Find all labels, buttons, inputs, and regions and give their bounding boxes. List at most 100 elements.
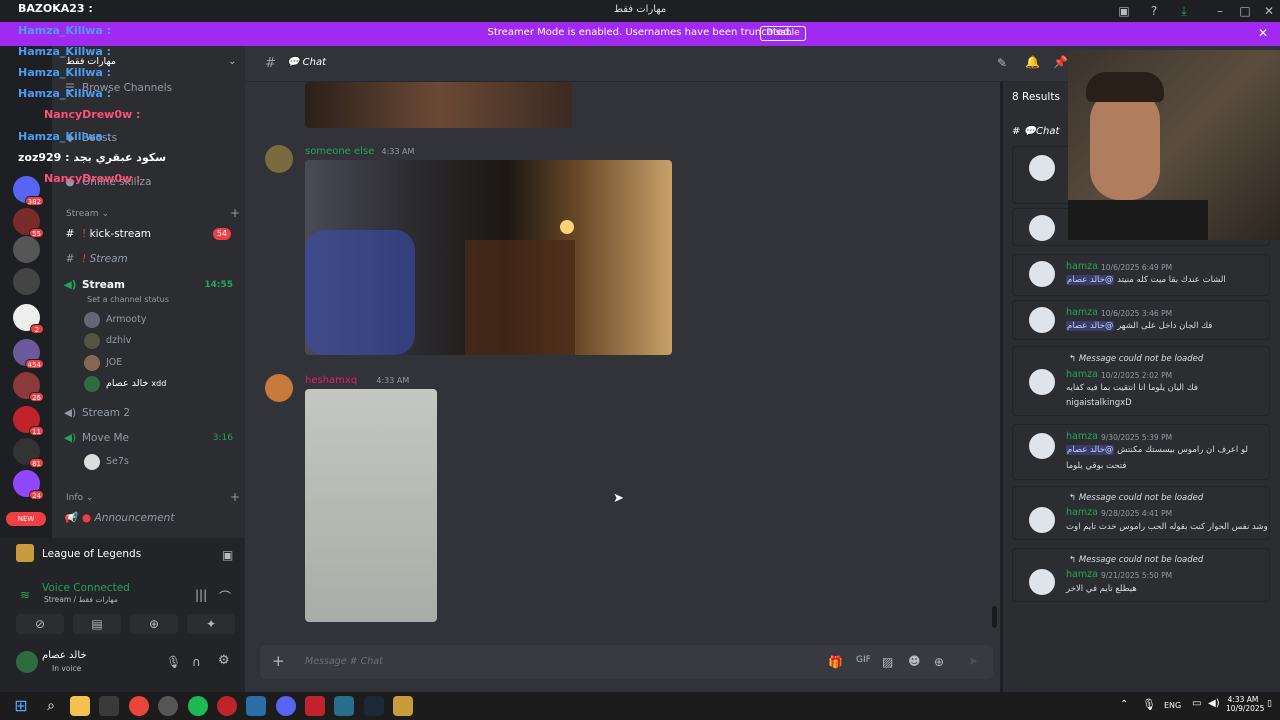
- message-author[interactable]: someone else: [305, 146, 374, 157]
- help-icon[interactable]: ?: [1146, 3, 1162, 19]
- channel-stream-text[interactable]: #! Stream: [62, 249, 239, 269]
- server-icon[interactable]: 81: [13, 438, 44, 468]
- add-channel-icon[interactable]: +: [230, 490, 240, 504]
- clock[interactable]: 4:33 AM 10/9/2025: [1226, 695, 1264, 713]
- app-icon[interactable]: [217, 696, 237, 716]
- server-icon[interactable]: 24: [13, 470, 44, 500]
- avatar[interactable]: [265, 374, 293, 402]
- sticker-icon[interactable]: ▨: [882, 655, 893, 669]
- screen-icon[interactable]: ▣: [222, 548, 233, 562]
- search-result[interactable]: ↰ Message could not be loaded hamza 10/2…: [1012, 346, 1270, 416]
- voice-user[interactable]: Armooty: [84, 311, 146, 329]
- app-icon[interactable]: [334, 696, 354, 716]
- store-icon[interactable]: [99, 696, 119, 716]
- category-stream[interactable]: Stream ⌄: [66, 209, 109, 219]
- banner-close-icon[interactable]: ✕: [1256, 26, 1270, 40]
- channel-status[interactable]: Set a channel status: [87, 295, 169, 304]
- file-explorer-icon[interactable]: [70, 696, 90, 716]
- server-icon[interactable]: 11: [13, 406, 44, 436]
- server-icon[interactable]: 2: [13, 304, 44, 334]
- screen-share-button[interactable]: ▤: [73, 614, 121, 634]
- gif-icon[interactable]: GIF: [856, 655, 871, 665]
- threads-icon[interactable]: ✎: [997, 56, 1007, 70]
- gift-icon[interactable]: 🎁: [828, 655, 843, 669]
- tray-chevron-icon[interactable]: ⌃: [1120, 699, 1128, 710]
- speaker-icon: ◀): [63, 279, 77, 291]
- app-icon[interactable]: [246, 696, 266, 716]
- voice-user[interactable]: خالد عصام xdd: [84, 375, 166, 393]
- language-indicator[interactable]: ENG: [1164, 701, 1181, 710]
- search-result[interactable]: hamza 10/6/2025 3:46 PM فك الجان داخل عل…: [1012, 300, 1270, 340]
- server-icon[interactable]: 26: [13, 372, 44, 402]
- network-icon[interactable]: ▭: [1192, 698, 1201, 709]
- minimize-icon[interactable]: –: [1212, 3, 1228, 19]
- spotify-icon[interactable]: [188, 696, 208, 716]
- voice-user[interactable]: Se7s: [84, 453, 129, 471]
- search-result[interactable]: hamza 10/6/2025 6:49 PM الشات عندك بقا م…: [1012, 254, 1270, 296]
- message-image[interactable]: [305, 82, 572, 128]
- disconnect-icon[interactable]: ⌒: [219, 588, 231, 605]
- user-panel: League of Legends ▣ ≋ Voice Connected St…: [0, 538, 245, 692]
- notification-icon[interactable]: ▯: [1267, 699, 1272, 709]
- avatar[interactable]: [16, 651, 38, 673]
- channel-stream-voice[interactable]: ◀) Stream 14:55: [62, 275, 239, 295]
- windows-start-icon[interactable]: ⊞: [11, 696, 31, 716]
- bell-icon[interactable]: 🔔: [1025, 55, 1040, 69]
- message-author[interactable]: heshamxq: [305, 375, 357, 386]
- game-icon: [16, 544, 34, 562]
- inbox-icon[interactable]: ▣: [1116, 3, 1132, 19]
- search-result[interactable]: ↰ Message could not be loaded hamza 9/28…: [1012, 486, 1270, 540]
- stream-chat-overlay: BAZOKA23 : Hamza_Killwa : Hamza_Killwa :…: [0, 0, 166, 190]
- message-image[interactable]: [305, 389, 437, 622]
- disable-button[interactable]: Disable: [760, 26, 806, 41]
- volume-icon[interactable]: ◀): [1208, 698, 1220, 709]
- download-icon[interactable]: ⤓: [1176, 3, 1192, 19]
- search-icon[interactable]: ⌕: [41, 696, 61, 716]
- plus-icon[interactable]: +: [272, 652, 285, 670]
- category-info[interactable]: Info ⌄: [66, 493, 93, 503]
- channel-stream-2[interactable]: ◀) Stream 2: [62, 403, 239, 423]
- channel-announcement[interactable]: 📢 ● Announcement: [62, 508, 239, 528]
- chevron-down-icon[interactable]: ⌄: [228, 56, 236, 67]
- server-icon[interactable]: 55: [13, 208, 44, 238]
- message-image[interactable]: [305, 160, 672, 355]
- server-icon[interactable]: [13, 236, 40, 263]
- channel-kick-stream[interactable]: #! kick-stream 54: [62, 224, 239, 244]
- scrollbar[interactable]: [992, 606, 997, 628]
- search-result[interactable]: hamza 9/30/2025 5:39 PM لو اعرف ان راموس…: [1012, 424, 1270, 480]
- channel-title: 💬 Chat: [287, 57, 327, 68]
- results-channel[interactable]: # 💬Chat: [1012, 126, 1059, 137]
- voice-user[interactable]: JOE: [84, 354, 122, 372]
- microphone-icon[interactable]: 🎙: [166, 655, 181, 669]
- maximize-icon[interactable]: □: [1237, 3, 1253, 19]
- chrome-icon[interactable]: [129, 696, 149, 716]
- discord-icon[interactable]: [276, 696, 296, 716]
- activity-button[interactable]: ⊕: [130, 614, 178, 634]
- server-icon[interactable]: 454: [13, 339, 44, 369]
- steam-icon[interactable]: [364, 696, 384, 716]
- voice-channel[interactable]: Stream / مهارات فقط: [44, 595, 118, 604]
- server-icon[interactable]: [13, 268, 40, 295]
- add-channel-icon[interactable]: +: [230, 206, 240, 220]
- search-result[interactable]: ↰ Message could not be loaded hamza 9/21…: [1012, 548, 1270, 602]
- app-icon[interactable]: [305, 696, 325, 716]
- apps-icon[interactable]: ⊕: [934, 655, 944, 669]
- soundboard-button[interactable]: ✦: [187, 614, 235, 634]
- microphone-tray-icon[interactable]: 🎙: [1142, 698, 1156, 711]
- avatar[interactable]: [265, 145, 293, 173]
- message-input[interactable]: Message # Chat: [305, 656, 383, 667]
- league-icon[interactable]: [393, 696, 413, 716]
- app-icon[interactable]: [158, 696, 178, 716]
- pin-icon[interactable]: 📌: [1053, 55, 1068, 69]
- close-window-icon[interactable]: ✕: [1261, 3, 1277, 19]
- send-icon[interactable]: ➤: [968, 654, 978, 668]
- channel-move-me[interactable]: ◀) Move Me 3:16: [62, 428, 239, 448]
- gear-icon[interactable]: ⚙: [218, 653, 230, 668]
- emoji-icon[interactable]: ☻: [908, 654, 921, 668]
- message-composer[interactable]: + Message # Chat 🎁 GIF ▨ ☻ ⊕ ➤: [260, 645, 993, 679]
- headphones-icon[interactable]: ∩: [192, 655, 201, 669]
- signal-icon: ≋: [20, 588, 31, 602]
- voice-user[interactable]: dzhiv: [84, 332, 131, 350]
- camera-off-button[interactable]: ⊘: [16, 614, 64, 634]
- noise-icon[interactable]: |||: [195, 588, 207, 602]
